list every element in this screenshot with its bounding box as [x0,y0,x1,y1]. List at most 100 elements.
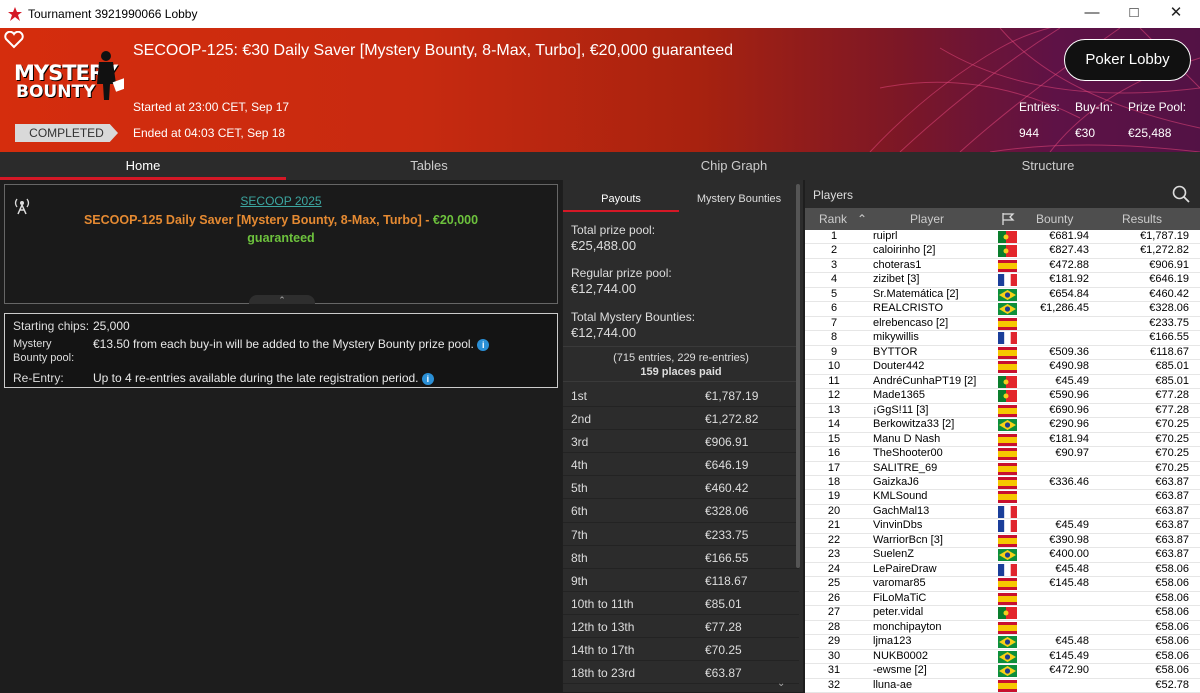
player-row[interactable]: 6 REALCRISTO €1,286.45 €328.06 [805,302,1200,317]
player-result: €233.75 [1149,316,1189,329]
player-row[interactable]: 16 TheShooter00 €90.97 €70.25 [805,447,1200,462]
player-rank: 1 [830,230,838,242]
tab-mystery-bounties[interactable]: Mystery Bounties [679,180,799,212]
entries-summary: (715 entries, 229 re-entries) 159 places … [563,346,799,382]
player-row[interactable]: 15 Manu D Nash €181.94 €70.25 [805,432,1200,448]
es-flag-icon [998,433,1017,446]
favorite-heart-icon[interactable] [4,31,24,49]
collapse-chevron-icon[interactable]: ⌃ [249,295,315,305]
reentry-value: Up to 4 re-entries available during the … [93,371,434,385]
tournament-title: SECOOP-125: €30 Daily Saver [Mystery Bou… [133,42,734,59]
player-result: €70.25 [1155,432,1189,445]
player-row[interactable]: 8 mikywillis €166.55 [805,331,1200,346]
player-row[interactable]: 12 Made1365 €590.96 €77.28 [805,389,1200,404]
player-row[interactable]: 29 ljma123 €45.48 €58.06 [805,635,1200,650]
player-name: choteras1 [873,258,922,271]
player-row[interactable]: 22 WarriorBcn [3] €390.98 €63.87 [805,533,1200,549]
tab-payouts[interactable]: Payouts [563,180,679,212]
player-row[interactable]: 14 Berkowitza33 [2] €290.96 €70.25 [805,418,1200,433]
player-row[interactable]: 13 ¡GgS!11 [3] €690.96 €77.28 [805,403,1200,419]
es-flag-icon [998,592,1017,605]
player-row[interactable]: 20 GachMal13 €63.87 [805,504,1200,520]
player-result: €63.87 [1155,533,1189,546]
player-row[interactable]: 5 Sr.Matemática [2] €654.84 €460.42 [805,287,1200,303]
col-bounty[interactable]: Bounty [1036,212,1073,226]
series-link[interactable]: SECOOP 2025 [5,194,557,208]
minimize-icon[interactable]: — [1072,0,1112,28]
pt-flag-icon [998,390,1017,403]
tab-chip-graph[interactable]: Chip Graph [572,152,896,180]
player-row[interactable]: 25 varomar85 €145.48 €58.06 [805,577,1200,592]
payouts-scrollbar[interactable] [796,184,800,568]
payout-place: 3rd [571,435,589,450]
tab-tables[interactable]: Tables [286,152,572,180]
player-rank: 5 [830,287,838,300]
player-row[interactable]: 10 Douter442 €490.98 €85.01 [805,360,1200,375]
player-rank: 31 [827,664,841,677]
player-result: €58.06 [1155,664,1189,677]
payout-prize: €166.55 [705,550,749,565]
player-rank: 23 [827,548,841,561]
col-results[interactable]: Results [1122,212,1162,226]
info-icon[interactable]: i [421,372,434,385]
payout-prize: €328.06 [705,504,749,519]
player-result: €63.87 [1155,490,1189,503]
player-bounty: €45.48 [1055,635,1089,648]
player-row[interactable]: 31 -ewsme [2] €472.90 €58.06 [805,664,1200,679]
scroll-down-chevron-icon[interactable]: ⌄ [777,678,785,689]
player-name: mikywillis [873,331,919,344]
player-rank: 2 [830,244,838,257]
poker-lobby-button[interactable]: Poker Lobby [1064,39,1191,81]
player-bounty: €181.94 [1049,432,1089,445]
players-header: Players [805,180,1200,208]
player-row[interactable]: 24 LePaireDraw €45.48 €58.06 [805,562,1200,578]
col-rank[interactable]: Rank [819,212,847,226]
payout-prize: €77.28 [705,619,742,634]
payout-prize: €1,272.82 [705,412,759,427]
player-bounty: €45.48 [1055,562,1089,575]
mb-pool-label-line1: Mystery [13,338,52,350]
player-row[interactable]: 2 caloirinho [2] €827.43 €1,272.82 [805,244,1200,259]
player-row[interactable]: 28 monchipayton €58.06 [805,620,1200,636]
info-icon[interactable]: i [477,338,490,351]
player-row[interactable]: 11 AndréCunhaPT19 [2] €45.49 €85.01 [805,374,1200,390]
search-icon[interactable] [1172,185,1190,203]
payout-row: 14th to 17th €70.25 [563,638,799,662]
player-name: Made1365 [873,389,925,402]
player-row[interactable]: 30 NUKB0002 €145.49 €58.06 [805,649,1200,665]
tab-home[interactable]: Home [0,152,286,180]
tab-structure[interactable]: Structure [896,152,1200,180]
player-name: zizibet [3] [873,273,920,286]
prizepool-value: €25,488 [1128,126,1172,140]
player-row[interactable]: 23 SuelenZ €400.00 €63.87 [805,548,1200,563]
col-player[interactable]: Player [910,212,944,226]
player-result: €77.28 [1155,389,1189,402]
player-rank: 12 [827,389,841,402]
br-flag-icon [998,636,1017,649]
player-row[interactable]: 17 SALITRE_69 €70.25 [805,461,1200,476]
player-row[interactable]: 3 choteras1 €472.88 €906.91 [805,258,1200,274]
player-rank: 29 [827,635,841,648]
player-row[interactable]: 4 zizibet [3] €181.92 €646.19 [805,273,1200,288]
player-result: €58.06 [1155,620,1189,633]
player-name: -ewsme [2] [873,664,927,677]
player-row[interactable]: 27 peter.vidal €58.06 [805,606,1200,621]
player-row[interactable]: 1 ruiprl €681.94 €1,787.19 [805,230,1200,245]
player-row[interactable]: 19 KMLSound €63.87 [805,490,1200,505]
player-row[interactable]: 21 VinvinDbs €45.49 €63.87 [805,519,1200,534]
player-row[interactable]: 9 BYTTOR €509.36 €118.67 [805,345,1200,361]
player-row[interactable]: 32 lluna-ae €52.78 [805,678,1200,693]
player-bounty: €509.36 [1049,345,1089,358]
player-name: BYTTOR [873,345,918,358]
maximize-icon[interactable]: □ [1114,0,1154,28]
flag-icon[interactable] [1001,212,1015,226]
sort-asc-icon[interactable]: ⌃ [857,212,867,226]
player-row[interactable]: 26 FiLoMaTiC €58.06 [805,591,1200,607]
player-row[interactable]: 18 GaizkaJ6 €336.46 €63.87 [805,475,1200,491]
player-rank: 25 [827,577,841,590]
close-icon[interactable]: ✕ [1156,0,1196,28]
es-flag-icon [998,679,1017,692]
reentry-label: Re-Entry: [13,371,64,385]
player-row[interactable]: 7 elrebencaso [2] €233.75 [805,316,1200,332]
payout-place: 4th [571,458,588,473]
